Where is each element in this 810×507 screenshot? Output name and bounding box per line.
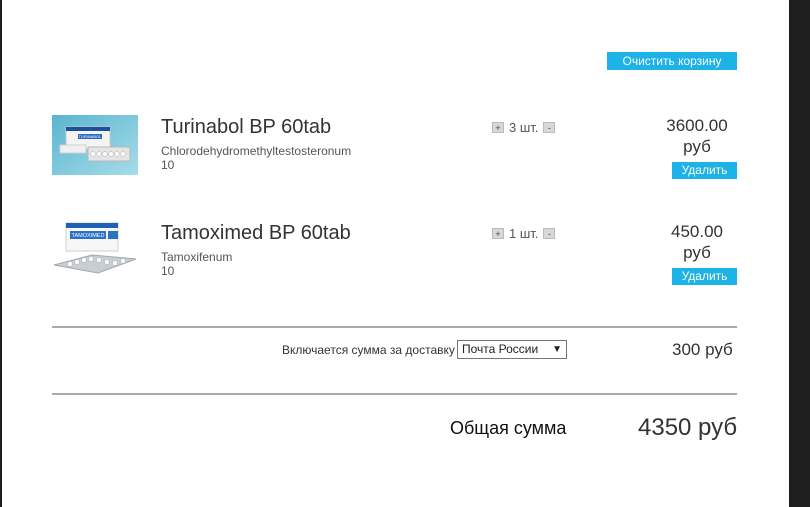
shipping-cost: 300 руб [672, 340, 733, 359]
svg-text:TURINABOL: TURINABOL [79, 134, 103, 139]
cart-panel: Очистить корзину TURINABOL Turinabol BP … [2, 0, 789, 507]
quantity-control: + 3 шт. - [492, 120, 556, 135]
clear-cart-button[interactable]: Очистить корзину [607, 52, 737, 70]
qty-value: 1 шт. [509, 226, 539, 241]
product-ingredient: Chlorodehydromethyltestosteronum [161, 144, 352, 158]
svg-text:TAMOXIMED: TAMOXIMED [72, 233, 105, 239]
total-label: Общая сумма [450, 418, 567, 438]
shipping-method-value: Почта России [462, 342, 539, 356]
product-dose: 10 [161, 264, 175, 278]
qty-decrease-button[interactable]: - [543, 122, 556, 133]
qty-increase-button[interactable]: + [492, 228, 504, 239]
product-image-turinabol[interactable]: TURINABOL [52, 115, 138, 175]
product-name[interactable]: Tamoximed BP 60tab [161, 222, 351, 245]
product-ingredient: Tamoxifenum [161, 250, 233, 264]
qty-value: 3 шт. [509, 120, 539, 135]
total-value: 4350 руб [638, 414, 738, 441]
quantity-control: + 1 шт. - [492, 226, 556, 241]
cart-item: TURINABOL Turinabol BP 60tab Chlorodehyd… [2, 110, 789, 190]
price-currency: руб [683, 137, 711, 156]
page-frame [789, 0, 810, 507]
item-price: 450.00 руб [657, 221, 737, 263]
product-name[interactable]: Turinabol BP 60tab [161, 116, 331, 139]
delete-item-button[interactable]: Удалить [672, 162, 737, 179]
divider [52, 393, 737, 395]
item-price: 3600.00 руб [657, 115, 737, 157]
cart-item: TAMOXIMED Tamoximed BP 60tab Tamoxifenum… [2, 216, 789, 296]
product-dose: 10 [161, 158, 175, 172]
qty-increase-button[interactable]: + [492, 122, 504, 133]
delete-item-button[interactable]: Удалить [672, 268, 737, 285]
shipping-method-select[interactable]: Почта России ▼ [457, 340, 567, 359]
divider [52, 326, 737, 328]
product-image-tamoximed[interactable]: TAMOXIMED [52, 219, 138, 279]
dropdown-arrow-icon: ▼ [552, 344, 562, 355]
price-currency: руб [683, 243, 711, 262]
price-amount: 450.00 [671, 222, 723, 241]
qty-decrease-button[interactable]: - [543, 228, 556, 239]
shipping-label: Включается сумма за доставку [282, 343, 455, 357]
price-amount: 3600.00 [666, 116, 728, 135]
